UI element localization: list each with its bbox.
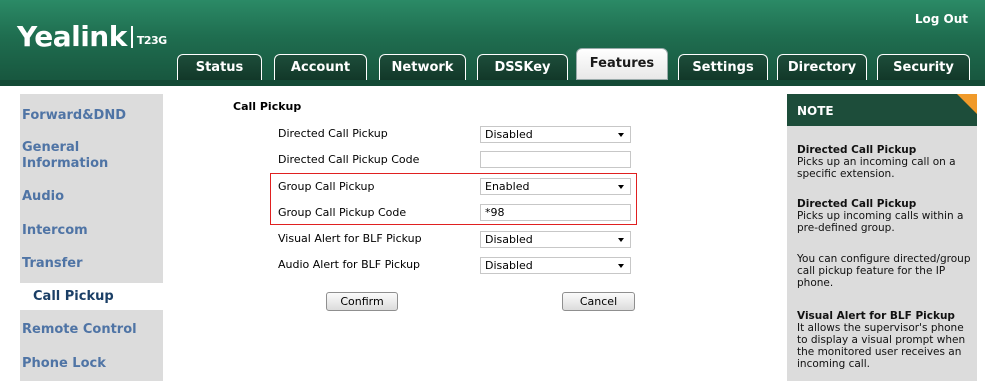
tab-features[interactable]: Features — [576, 48, 668, 80]
note-text: It allows the supervisor's phone to disp… — [797, 322, 966, 370]
sidebar-item-call-pickup[interactable]: Call Pickup — [33, 289, 114, 305]
sidebar-item-intercom[interactable]: Intercom — [22, 223, 88, 239]
sidebar-item-general-information[interactable]: General Information — [22, 140, 132, 172]
brand-name: Yealink — [17, 20, 127, 53]
brand-logo: Yealink T23G — [17, 20, 167, 53]
note-heading: Directed Call Pickup — [797, 144, 917, 156]
sidebar-item-transfer[interactable]: Transfer — [22, 256, 83, 272]
tab-account[interactable]: Account — [274, 54, 367, 80]
chevron-down-icon — [618, 238, 624, 242]
directed-call-pickup-value: Disabled — [485, 128, 533, 141]
chevron-down-icon — [618, 133, 624, 137]
audio-alert-blf-value: Disabled — [485, 259, 533, 272]
section-title: Call Pickup — [233, 100, 302, 113]
cancel-button[interactable]: Cancel — [562, 292, 635, 311]
directed-call-pickup-code-label: Directed Call Pickup Code — [278, 153, 420, 166]
sidebar-item-phone-lock[interactable]: Phone Lock — [22, 356, 106, 372]
note-block: Directed Call Pickup Picks up an incomin… — [797, 144, 972, 180]
group-call-pickup-select[interactable]: Enabled — [480, 178, 631, 195]
logo-separator — [130, 26, 133, 48]
model-name: T23G — [136, 34, 167, 47]
audio-alert-blf-select[interactable]: Disabled — [480, 257, 631, 274]
note-text: You can configure directed/group call pi… — [797, 253, 971, 289]
note-block: You can configure directed/group call pi… — [797, 253, 972, 289]
directed-call-pickup-select[interactable]: Disabled — [480, 126, 631, 143]
note-block: Visual Alert for BLF Pickup It allows th… — [797, 310, 972, 370]
group-call-pickup-code-field[interactable]: *98 — [480, 204, 631, 221]
tab-directory[interactable]: Directory — [777, 54, 867, 80]
note-heading: Directed Call Pickup — [797, 198, 917, 210]
tab-security[interactable]: Security — [877, 54, 970, 80]
tab-dsskey[interactable]: DSSKey — [477, 54, 568, 80]
note-heading: Visual Alert for BLF Pickup — [797, 310, 955, 322]
group-call-pickup-value: Enabled — [485, 180, 530, 193]
sidebar-item-audio[interactable]: Audio — [22, 189, 64, 205]
directed-call-pickup-label: Directed Call Pickup — [278, 127, 388, 140]
directed-call-pickup-code-field[interactable] — [480, 151, 631, 168]
note-corner-icon — [957, 94, 977, 114]
audio-alert-blf-label: Audio Alert for BLF Pickup — [278, 258, 421, 271]
chevron-down-icon — [618, 185, 624, 189]
note-text: Picks up an incoming call on a specific … — [797, 156, 956, 180]
note-block: Directed Call Pickup Picks up incoming c… — [797, 198, 972, 234]
confirm-button[interactable]: Confirm — [326, 292, 398, 311]
tab-status[interactable]: Status — [177, 54, 262, 80]
tab-settings[interactable]: Settings — [678, 54, 768, 80]
note-text: Picks up incoming calls within a pre-def… — [797, 210, 964, 234]
chevron-down-icon — [618, 264, 624, 268]
note-title: NOTE — [797, 104, 834, 118]
tab-network[interactable]: Network — [379, 54, 466, 80]
visual-alert-blf-label: Visual Alert for BLF Pickup — [278, 232, 422, 245]
visual-alert-blf-value: Disabled — [485, 233, 533, 246]
logout-link[interactable]: Log Out — [915, 12, 968, 26]
group-call-pickup-code-label: Group Call Pickup Code — [278, 206, 407, 219]
visual-alert-blf-select[interactable]: Disabled — [480, 231, 631, 248]
sidebar-item-forward-dnd[interactable]: Forward&DND — [22, 108, 126, 124]
sidebar-item-remote-control[interactable]: Remote Control — [22, 322, 137, 338]
group-call-pickup-label: Group Call Pickup — [278, 180, 375, 193]
